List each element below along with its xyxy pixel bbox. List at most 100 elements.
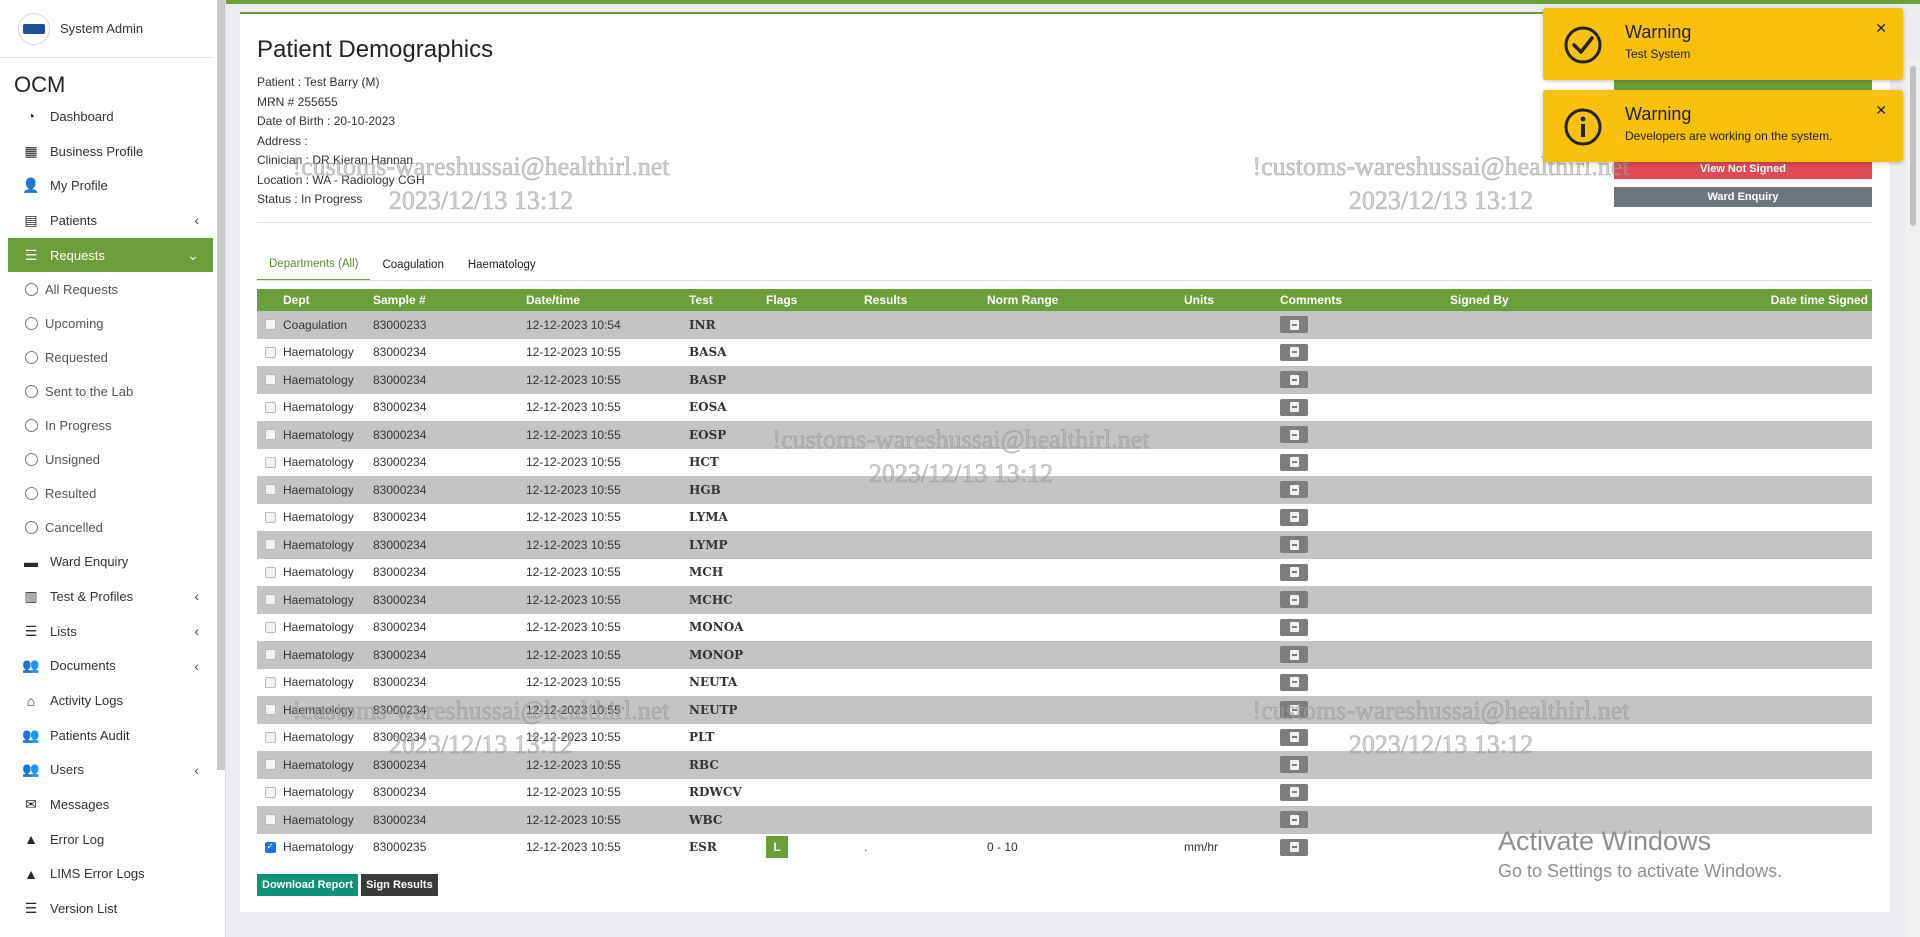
circle-icon	[25, 520, 38, 534]
tab-coagulation[interactable]: Coagulation	[370, 249, 455, 281]
sidebar-item-label: Dashboard	[50, 108, 114, 124]
comment-button[interactable]	[1280, 316, 1308, 334]
row-checkbox[interactable]	[264, 759, 276, 771]
toast-message: Test System	[1625, 47, 1691, 61]
cell-datetime: 12-12-2023 10:55	[526, 647, 621, 662]
sidebar-item-lists[interactable]: ☰ Lists ‹	[0, 614, 213, 649]
cell-datetime: 12-12-2023 10:55	[526, 620, 621, 635]
sidebar-subitem-label: Unsigned	[45, 451, 100, 467]
sidebar-item-label: Test & Profiles	[50, 588, 134, 604]
sidebar-item-business-profile[interactable]: ▦ Business Profile	[0, 134, 213, 169]
row-checkbox[interactable]	[264, 841, 276, 853]
ward-enquiry-button[interactable]: Ward Enquiry	[1614, 187, 1872, 207]
row-select-cell	[257, 484, 279, 496]
tab-haematology[interactable]: Haematology	[456, 249, 548, 281]
circle-icon	[25, 384, 38, 398]
sidebar-subitem-label: Requested	[45, 349, 108, 365]
row-checkbox[interactable]	[264, 539, 276, 551]
sidebar-item-my-profile[interactable]: 👤 My Profile	[0, 168, 213, 203]
sidebar-item-documents[interactable]: 👥 Documents ‹	[0, 649, 213, 684]
sidebar-item-error-log[interactable]: ▲ Error Log	[0, 822, 213, 857]
row-checkbox[interactable]	[264, 484, 276, 496]
row-checkbox[interactable]	[264, 346, 276, 358]
header-units: Units	[1184, 293, 1214, 307]
row-checkbox[interactable]	[264, 786, 276, 798]
sidebar-item-version-list[interactable]: ☰ Version List	[0, 891, 213, 926]
comment-button[interactable]	[1280, 563, 1308, 581]
download-report-button[interactable]: Download Report	[257, 874, 359, 896]
comment-button[interactable]	[1280, 371, 1308, 389]
comment-button[interactable]	[1280, 508, 1308, 526]
activation-title: Activate Windows	[1498, 826, 1712, 856]
row-checkbox[interactable]	[264, 704, 276, 716]
sidebar-item-lims-error-logs[interactable]: ▲ LIMS Error Logs	[0, 857, 213, 892]
scrollbar-thumb[interactable]	[1910, 66, 1916, 226]
close-icon[interactable]: ✕	[1875, 20, 1887, 37]
view-not-signed-button[interactable]: View Not Signed	[1614, 159, 1872, 179]
comment-button[interactable]	[1280, 591, 1308, 609]
sidebar-subitem-sent-to-the-lab[interactable]: Sent to the Lab	[0, 374, 213, 408]
sign-results-button[interactable]: Sign Results	[361, 874, 438, 896]
row-checkbox[interactable]	[264, 731, 276, 743]
row-checkbox[interactable]	[264, 676, 276, 688]
row-checkbox[interactable]	[264, 594, 276, 606]
comment-button[interactable]	[1280, 618, 1308, 636]
building-icon: ▦	[24, 142, 38, 159]
comment-button[interactable]	[1280, 398, 1308, 416]
sidebar-subitem-unsigned[interactable]: Unsigned	[0, 442, 213, 476]
sidebar-item-patients-audit[interactable]: 👥 Patients Audit	[0, 718, 213, 753]
comment-button[interactable]	[1280, 838, 1308, 856]
row-checkbox[interactable]	[264, 456, 276, 468]
sidebar-subitem-cancelled[interactable]: Cancelled	[0, 510, 213, 544]
sidebar-item-dashboard[interactable]: ◔ Dashboard	[0, 99, 213, 134]
comment-button[interactable]	[1280, 343, 1308, 361]
comment-button[interactable]	[1280, 536, 1308, 554]
comment-button[interactable]	[1280, 481, 1308, 499]
row-checkbox[interactable]	[264, 814, 276, 826]
user-profile[interactable]: System Admin	[0, 0, 213, 58]
row-checkbox[interactable]	[264, 319, 276, 331]
table-body: Coagulation 83000233 12-12-2023 10:54 INR Ha…	[257, 311, 1872, 861]
envelope-icon: ✉	[25, 796, 37, 813]
page-scrollbar[interactable]	[1906, 60, 1920, 937]
sidebar-item-label: Version List	[50, 901, 118, 917]
row-checkbox[interactable]	[264, 429, 276, 441]
row-checkbox[interactable]	[264, 374, 276, 386]
comment-button[interactable]	[1280, 756, 1308, 774]
close-icon[interactable]: ✕	[1875, 102, 1887, 119]
sidebar-item-activity-logs[interactable]: ⌂ Activity Logs	[0, 683, 213, 718]
sidebar-item-requests[interactable]: ☰ Requests ⌄	[8, 237, 213, 273]
sidebar-subitem-in-progress[interactable]: In Progress	[0, 408, 213, 442]
comment-button[interactable]	[1280, 701, 1308, 719]
comment-button[interactable]	[1280, 426, 1308, 444]
sidebar-item-messages[interactable]: ✉ Messages	[0, 787, 213, 822]
row-checkbox[interactable]	[264, 566, 276, 578]
cell-datetime: 12-12-2023 10:55	[526, 785, 621, 800]
sidebar-item-test-profiles[interactable]: ▥ Test & Profiles ‹	[0, 579, 213, 614]
row-select-cell	[257, 539, 279, 551]
sidebar-scrollbar[interactable]	[217, 0, 225, 770]
sidebar-subitem-resulted[interactable]: Resulted	[0, 476, 213, 510]
comment-button[interactable]	[1280, 783, 1308, 801]
table-row: Haematology 83000234 12-12-2023 10:55 PLT	[257, 723, 1872, 751]
sidebar-subitem-upcoming[interactable]: Upcoming	[0, 306, 213, 340]
sidebar-item-users[interactable]: 👥 Users ‹	[0, 753, 213, 788]
comment-button[interactable]	[1280, 646, 1308, 664]
sidebar-item-patients[interactable]: ▤ Patients ‹	[0, 203, 213, 238]
sidebar-subitem-all-requests[interactable]: All Requests	[0, 272, 213, 306]
comment-button[interactable]	[1280, 811, 1308, 829]
row-select-cell	[257, 401, 279, 413]
tab-departments-all[interactable]: Departments (All)	[257, 249, 371, 281]
clipboard-icon	[1289, 374, 1299, 385]
comment-button[interactable]	[1280, 673, 1308, 691]
sidebar-item-ward-enquiry[interactable]: ▬ Ward Enquiry	[0, 544, 213, 579]
row-checkbox[interactable]	[264, 511, 276, 523]
windows-activation-notice: Activate Windows Go to Settings to activ…	[1498, 826, 1782, 882]
row-checkbox[interactable]	[264, 401, 276, 413]
row-checkbox[interactable]	[264, 621, 276, 633]
comment-button[interactable]	[1280, 453, 1308, 471]
row-select-cell	[257, 374, 279, 386]
sidebar-subitem-requested[interactable]: Requested	[0, 340, 213, 374]
comment-button[interactable]	[1280, 728, 1308, 746]
row-checkbox[interactable]	[264, 649, 276, 661]
